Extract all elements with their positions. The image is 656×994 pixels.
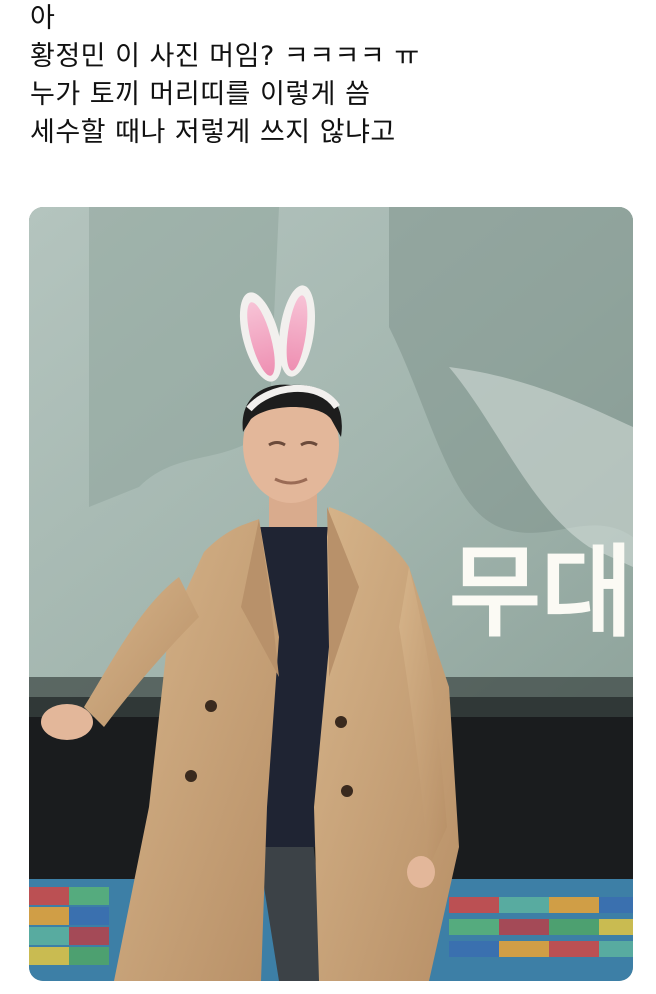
tweet-photo[interactable]: 무대: [29, 207, 633, 981]
tweet-text: 아 황정민 이 사진 머임? ㅋㅋㅋㅋ ㅠ 누가 토끼 머리띠를 이렇게 씀 세…: [30, 0, 630, 152]
tweet-line: 세수할 때나 저렇게 쓰지 않냐고: [30, 117, 396, 148]
screen-text: 무대: [449, 534, 633, 651]
tweet-line: 황정민 이 사진 머임? ㅋㅋㅋㅋ ㅠ: [30, 41, 420, 72]
tweet-post: 아 황정민 이 사진 머임? ㅋㅋㅋㅋ ㅠ 누가 토끼 머리띠를 이렇게 씀 세…: [0, 0, 656, 994]
tweet-line: 아: [30, 3, 56, 34]
tweet-line: 누가 토끼 머리띠를 이렇게 씀: [30, 79, 371, 110]
photo-illustration: 무대: [29, 207, 633, 981]
